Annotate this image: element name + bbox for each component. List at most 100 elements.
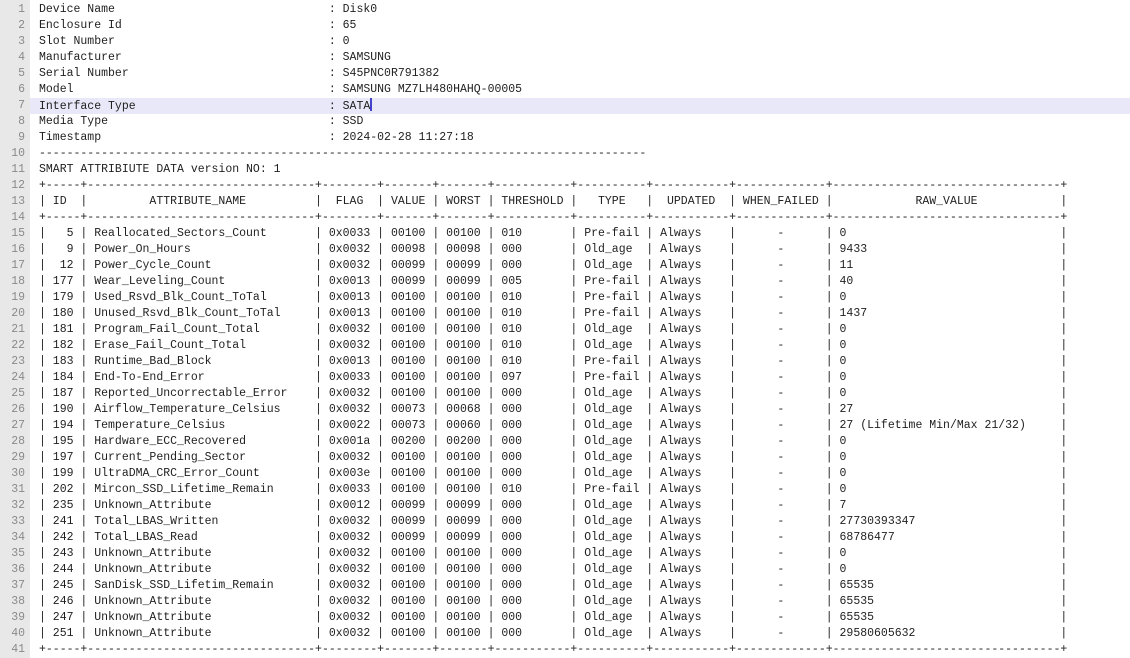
editor-line[interactable]: 32| 235 | Unknown_Attribute | 0x0012 | 0… — [0, 498, 1130, 514]
editor-line[interactable]: 2Enclosure Id : 65 — [0, 18, 1130, 34]
line-number[interactable]: 18 — [0, 274, 30, 290]
editor-line[interactable]: 41+-----+-------------------------------… — [0, 642, 1130, 658]
editor-line[interactable]: 25| 187 | Reported_Uncorrectable_Error |… — [0, 386, 1130, 402]
line-number[interactable]: 29 — [0, 450, 30, 466]
editor-line[interactable]: 15| 5 | Reallocated_Sectors_Count | 0x00… — [0, 226, 1130, 242]
editor-line[interactable]: 34| 242 | Total_LBAS_Read | 0x0032 | 000… — [0, 530, 1130, 546]
editor-line[interactable]: 17| 12 | Power_Cycle_Count | 0x0032 | 00… — [0, 258, 1130, 274]
line-text: | 246 | Unknown_Attribute | 0x0032 | 001… — [30, 594, 1130, 610]
editor-line[interactable]: 37| 245 | SanDisk_SSD_Lifetim_Remain | 0… — [0, 578, 1130, 594]
line-number[interactable]: 12 — [0, 178, 30, 194]
text-caret — [370, 98, 372, 111]
editor-line[interactable]: 21| 181 | Program_Fail_Count_Total | 0x0… — [0, 322, 1130, 338]
line-text: | 245 | SanDisk_SSD_Lifetim_Remain | 0x0… — [30, 578, 1130, 594]
line-number[interactable]: 9 — [0, 130, 30, 146]
editor-line[interactable]: 13| ID | ATTRIBUTE_NAME | FLAG | VALUE |… — [0, 194, 1130, 210]
editor-line[interactable]: 4Manufacturer : SAMSUNG — [0, 50, 1130, 66]
line-number[interactable]: 28 — [0, 434, 30, 450]
line-text: | 247 | Unknown_Attribute | 0x0032 | 001… — [30, 610, 1130, 626]
editor-line[interactable]: 3Slot Number : 0 — [0, 34, 1130, 50]
line-number[interactable]: 40 — [0, 626, 30, 642]
editor-line[interactable]: 38| 246 | Unknown_Attribute | 0x0032 | 0… — [0, 594, 1130, 610]
line-text: | 177 | Wear_Leveling_Count | 0x0013 | 0… — [30, 274, 1130, 290]
editor-line[interactable]: 39| 247 | Unknown_Attribute | 0x0032 | 0… — [0, 610, 1130, 626]
line-number[interactable]: 11 — [0, 162, 30, 178]
line-number[interactable]: 37 — [0, 578, 30, 594]
line-number[interactable]: 30 — [0, 466, 30, 482]
line-number[interactable]: 5 — [0, 66, 30, 82]
line-text: | 244 | Unknown_Attribute | 0x0032 | 001… — [30, 562, 1130, 578]
editor-line[interactable]: 10--------------------------------------… — [0, 146, 1130, 162]
editor-line[interactable]: 35| 243 | Unknown_Attribute | 0x0032 | 0… — [0, 546, 1130, 562]
editor-line[interactable]: 19| 179 | Used_Rsvd_Blk_Count_ToTal | 0x… — [0, 290, 1130, 306]
line-number[interactable]: 10 — [0, 146, 30, 162]
line-number[interactable]: 8 — [0, 114, 30, 130]
line-number[interactable]: 3 — [0, 34, 30, 50]
editor-line[interactable]: 5Serial Number : S45PNC0R791382 — [0, 66, 1130, 82]
editor-line[interactable]: 11SMART ATTRIBIUTE DATA version NO: 1 — [0, 162, 1130, 178]
line-number[interactable]: 14 — [0, 210, 30, 226]
line-text: | 182 | Erase_Fail_Count_Total | 0x0032 … — [30, 338, 1130, 354]
line-number[interactable]: 16 — [0, 242, 30, 258]
editor-line[interactable]: 36| 244 | Unknown_Attribute | 0x0032 | 0… — [0, 562, 1130, 578]
line-text: Interface Type : SATA — [30, 98, 1130, 114]
line-number[interactable]: 39 — [0, 610, 30, 626]
line-number[interactable]: 41 — [0, 642, 30, 658]
line-number[interactable]: 26 — [0, 402, 30, 418]
editor-line[interactable]: 9Timestamp : 2024-02-28 11:27:18 — [0, 130, 1130, 146]
line-number[interactable]: 15 — [0, 226, 30, 242]
line-number[interactable]: 27 — [0, 418, 30, 434]
editor-line[interactable]: 28| 195 | Hardware_ECC_Recovered | 0x001… — [0, 434, 1130, 450]
editor-line[interactable]: 27| 194 | Temperature_Celsius | 0x0022 |… — [0, 418, 1130, 434]
editor-line[interactable]: 18| 177 | Wear_Leveling_Count | 0x0013 |… — [0, 274, 1130, 290]
editor-line[interactable]: 8Media Type : SSD — [0, 114, 1130, 130]
line-number[interactable]: 1 — [0, 2, 30, 18]
editor-line[interactable]: 16| 9 | Power_On_Hours | 0x0032 | 00098 … — [0, 242, 1130, 258]
line-number[interactable]: 19 — [0, 290, 30, 306]
line-number[interactable]: 4 — [0, 50, 30, 66]
editor-line[interactable]: 23| 183 | Runtime_Bad_Block | 0x0013 | 0… — [0, 354, 1130, 370]
editor-line[interactable]: 20| 180 | Unused_Rsvd_Blk_Count_ToTal | … — [0, 306, 1130, 322]
line-number[interactable]: 25 — [0, 386, 30, 402]
text-editor: 1Device Name : Disk02Enclosure Id : 653S… — [0, 0, 1130, 658]
line-number[interactable]: 2 — [0, 18, 30, 34]
editor-line[interactable]: 22| 182 | Erase_Fail_Count_Total | 0x003… — [0, 338, 1130, 354]
editor-line[interactable]: 14+-----+-------------------------------… — [0, 210, 1130, 226]
line-number[interactable]: 23 — [0, 354, 30, 370]
line-number[interactable]: 36 — [0, 562, 30, 578]
editor-line[interactable]: 31| 202 | Mircon_SSD_Lifetime_Remain | 0… — [0, 482, 1130, 498]
line-number[interactable]: 24 — [0, 370, 30, 386]
line-number[interactable]: 38 — [0, 594, 30, 610]
editor-line[interactable]: 30| 199 | UltraDMA_CRC_Error_Count | 0x0… — [0, 466, 1130, 482]
editor-line[interactable]: 26| 190 | Airflow_Temperature_Celsius | … — [0, 402, 1130, 418]
editor-lines: 1Device Name : Disk02Enclosure Id : 653S… — [0, 2, 1130, 658]
line-text: +-----+---------------------------------… — [30, 210, 1130, 226]
line-number[interactable]: 34 — [0, 530, 30, 546]
line-text: | 184 | End-To-End_Error | 0x0033 | 0010… — [30, 370, 1130, 386]
line-text: ----------------------------------------… — [30, 146, 1130, 162]
line-number[interactable]: 22 — [0, 338, 30, 354]
editor-line[interactable]: 6Model : SAMSUNG MZ7LH480HAHQ-00005 — [0, 82, 1130, 98]
line-number[interactable]: 17 — [0, 258, 30, 274]
line-number[interactable]: 20 — [0, 306, 30, 322]
line-number[interactable]: 13 — [0, 194, 30, 210]
editor-line[interactable]: 33| 241 | Total_LBAS_Written | 0x0032 | … — [0, 514, 1130, 530]
line-number[interactable]: 32 — [0, 498, 30, 514]
line-text: | 197 | Current_Pending_Sector | 0x0032 … — [30, 450, 1130, 466]
editor-line[interactable]: 12+-----+-------------------------------… — [0, 178, 1130, 194]
line-number[interactable]: 35 — [0, 546, 30, 562]
line-number[interactable]: 21 — [0, 322, 30, 338]
editor-line[interactable]: 40| 251 | Unknown_Attribute | 0x0032 | 0… — [0, 626, 1130, 642]
line-number[interactable]: 33 — [0, 514, 30, 530]
editor-line[interactable]: 7Interface Type : SATA — [0, 98, 1130, 114]
editor-line[interactable]: 1Device Name : Disk0 — [0, 2, 1130, 18]
line-text: +-----+---------------------------------… — [30, 178, 1130, 194]
editor-line[interactable]: 24| 184 | End-To-End_Error | 0x0033 | 00… — [0, 370, 1130, 386]
line-text: Media Type : SSD — [30, 114, 1130, 130]
editor-line[interactable]: 29| 197 | Current_Pending_Sector | 0x003… — [0, 450, 1130, 466]
line-number[interactable]: 7 — [0, 98, 30, 114]
line-number[interactable]: 31 — [0, 482, 30, 498]
line-text: SMART ATTRIBIUTE DATA version NO: 1 — [30, 162, 1130, 178]
line-number[interactable]: 6 — [0, 82, 30, 98]
line-text: | 251 | Unknown_Attribute | 0x0032 | 001… — [30, 626, 1130, 642]
